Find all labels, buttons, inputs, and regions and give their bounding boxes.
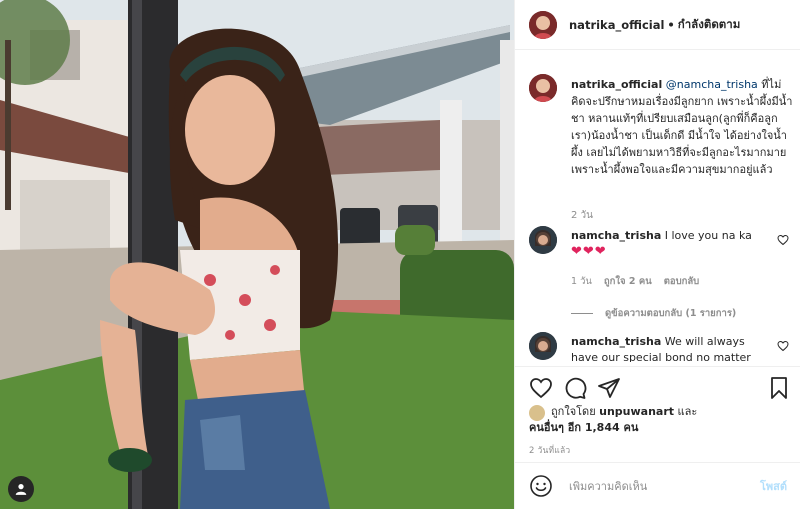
post-image: [0, 0, 514, 509]
avatar-image: [529, 226, 557, 254]
posted-time[interactable]: 2 วันที่แล้ว: [529, 443, 570, 457]
action-bar: [515, 366, 800, 406]
replies-line: [571, 313, 593, 314]
caption-username[interactable]: natrika_official: [571, 78, 662, 91]
smile-icon[interactable]: [529, 474, 553, 498]
post-header: natrika_official • กำลังติดตาม: [515, 0, 800, 50]
comment-time[interactable]: 1 วัน: [571, 274, 592, 289]
likes-and: และ: [677, 405, 698, 418]
post-comment-button[interactable]: โพสต์: [760, 477, 787, 495]
user-tag-button[interactable]: [8, 476, 34, 502]
caption-time[interactable]: 2 วัน: [571, 208, 593, 223]
post-photo[interactable]: [0, 0, 514, 509]
user-tag-icon: [15, 484, 27, 495]
caption-body: ที่ไม่คิดจะปรึกษาหมอเรื่องมีลูกยาก เพราะ…: [571, 78, 793, 176]
comment-text: namcha_trisha I love you na ka ❤❤❤: [571, 228, 767, 260]
commenter-avatar[interactable]: [529, 226, 557, 254]
likes-line-2: คนอื่นๆ อีก 1,844 คน: [529, 420, 638, 436]
separator-dot: •: [667, 17, 675, 32]
comment-body: I love you na ka: [664, 229, 752, 242]
save-button[interactable]: [767, 376, 791, 400]
author-username[interactable]: natrika_official: [569, 18, 664, 32]
comment-username[interactable]: namcha_trisha: [571, 335, 661, 348]
avatar-image: [529, 74, 557, 102]
share-button[interactable]: [597, 376, 621, 400]
like-button[interactable]: [529, 376, 553, 400]
likes-prefix: ถูกใจโดย: [551, 405, 596, 418]
comment-meta: 1 วัน ถูกใจ 2 คน ตอบกลับ: [571, 274, 699, 289]
post-panel: natrika_official • กำลังติดตาม natrika_o…: [514, 0, 800, 509]
view-replies-button[interactable]: ดูข้อความตอบกลับ (1 รายการ): [571, 306, 736, 321]
view-replies-label: ดูข้อความตอบกลับ (1 รายการ): [605, 308, 737, 319]
comment-likes[interactable]: ถูกใจ 2 คน: [604, 274, 652, 289]
reply-button[interactable]: ตอบกลับ: [664, 274, 700, 289]
small-heart-icon[interactable]: [777, 340, 789, 352]
avatar-image: [529, 10, 557, 39]
avatar-image: [529, 332, 557, 360]
heart-icon: [530, 378, 552, 399]
following-button[interactable]: กำลังติดตาม: [678, 16, 741, 34]
caption-mention[interactable]: @namcha_trisha: [666, 78, 758, 91]
caption-avatar[interactable]: [529, 74, 557, 102]
comment-button[interactable]: [563, 376, 587, 400]
comment-input[interactable]: [569, 479, 739, 493]
comments-scroll-area[interactable]: natrika_official @namcha_trisha ที่ไม่คิ…: [515, 62, 800, 362]
comment-emoji: ❤❤❤: [571, 244, 607, 259]
author-avatar[interactable]: [529, 10, 557, 39]
likes-line-1: ถูกใจโดย unpuwanart และ: [551, 404, 697, 420]
comment-text: namcha_trisha We will always have our sp…: [571, 334, 767, 362]
commenter-avatar[interactable]: [529, 332, 557, 360]
share-icon: [598, 378, 620, 398]
caption-text: natrika_official @namcha_trisha ที่ไม่คิ…: [571, 76, 793, 178]
comment-icon: [565, 377, 587, 399]
bookmark-icon: [771, 377, 787, 399]
liker-username[interactable]: unpuwanart: [599, 405, 674, 418]
others-count[interactable]: คนอื่นๆ อีก 1,844 คน: [529, 421, 638, 434]
add-comment-bar: โพสต์: [515, 462, 800, 509]
comment-username[interactable]: namcha_trisha: [571, 229, 661, 242]
small-heart-icon[interactable]: [777, 234, 789, 246]
liker-avatar[interactable]: [529, 405, 545, 421]
